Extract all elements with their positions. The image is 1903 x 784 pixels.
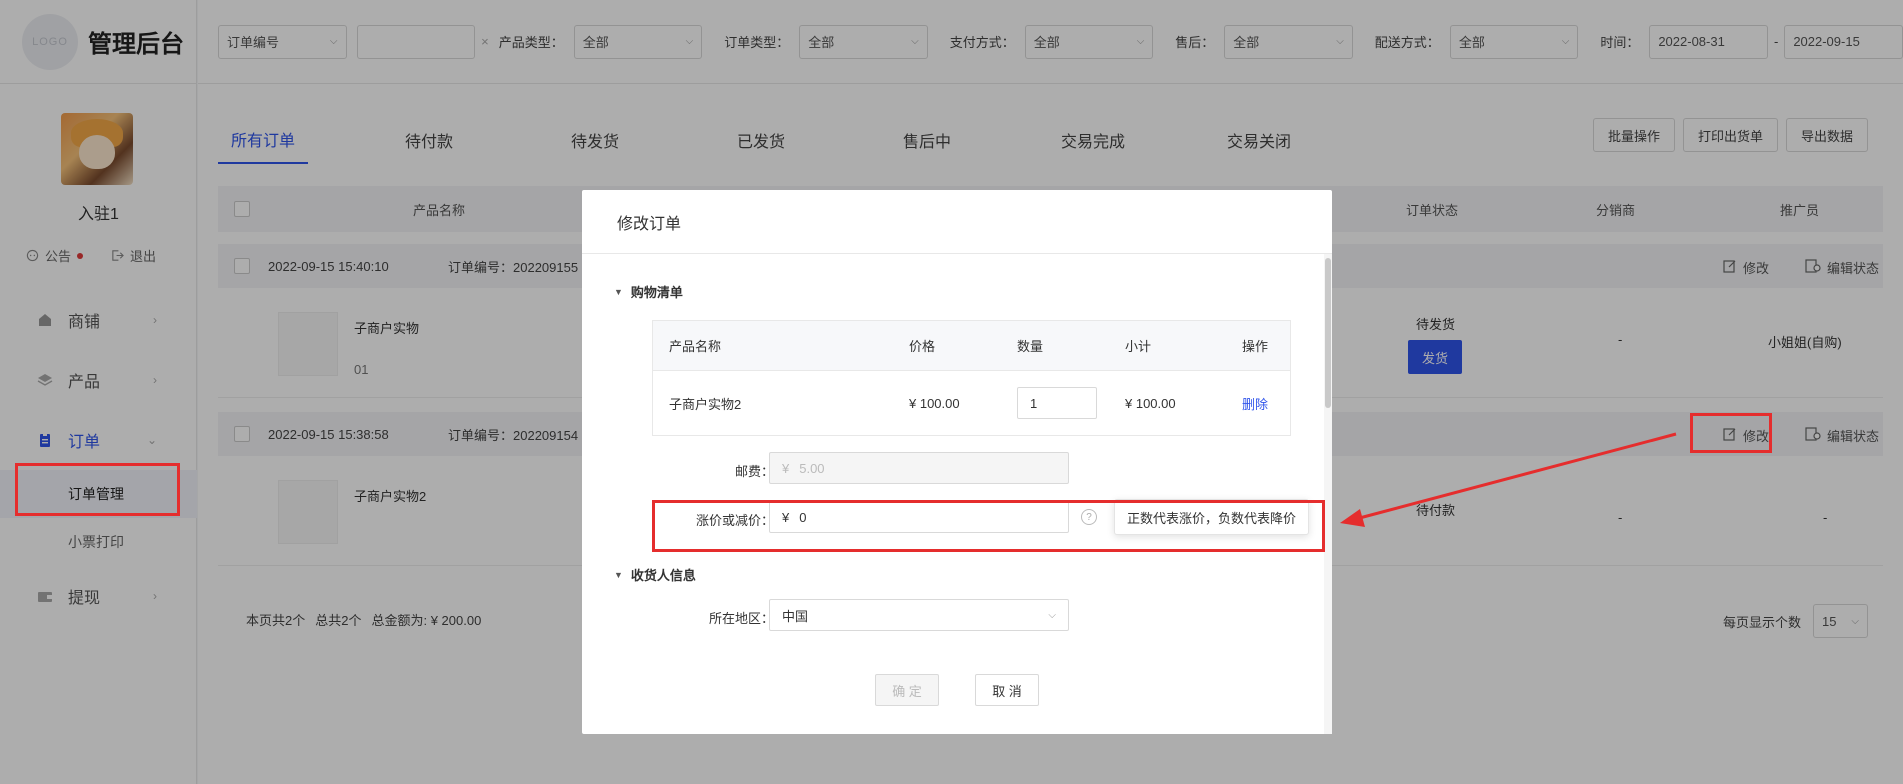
annotation-arrow xyxy=(1340,432,1677,527)
